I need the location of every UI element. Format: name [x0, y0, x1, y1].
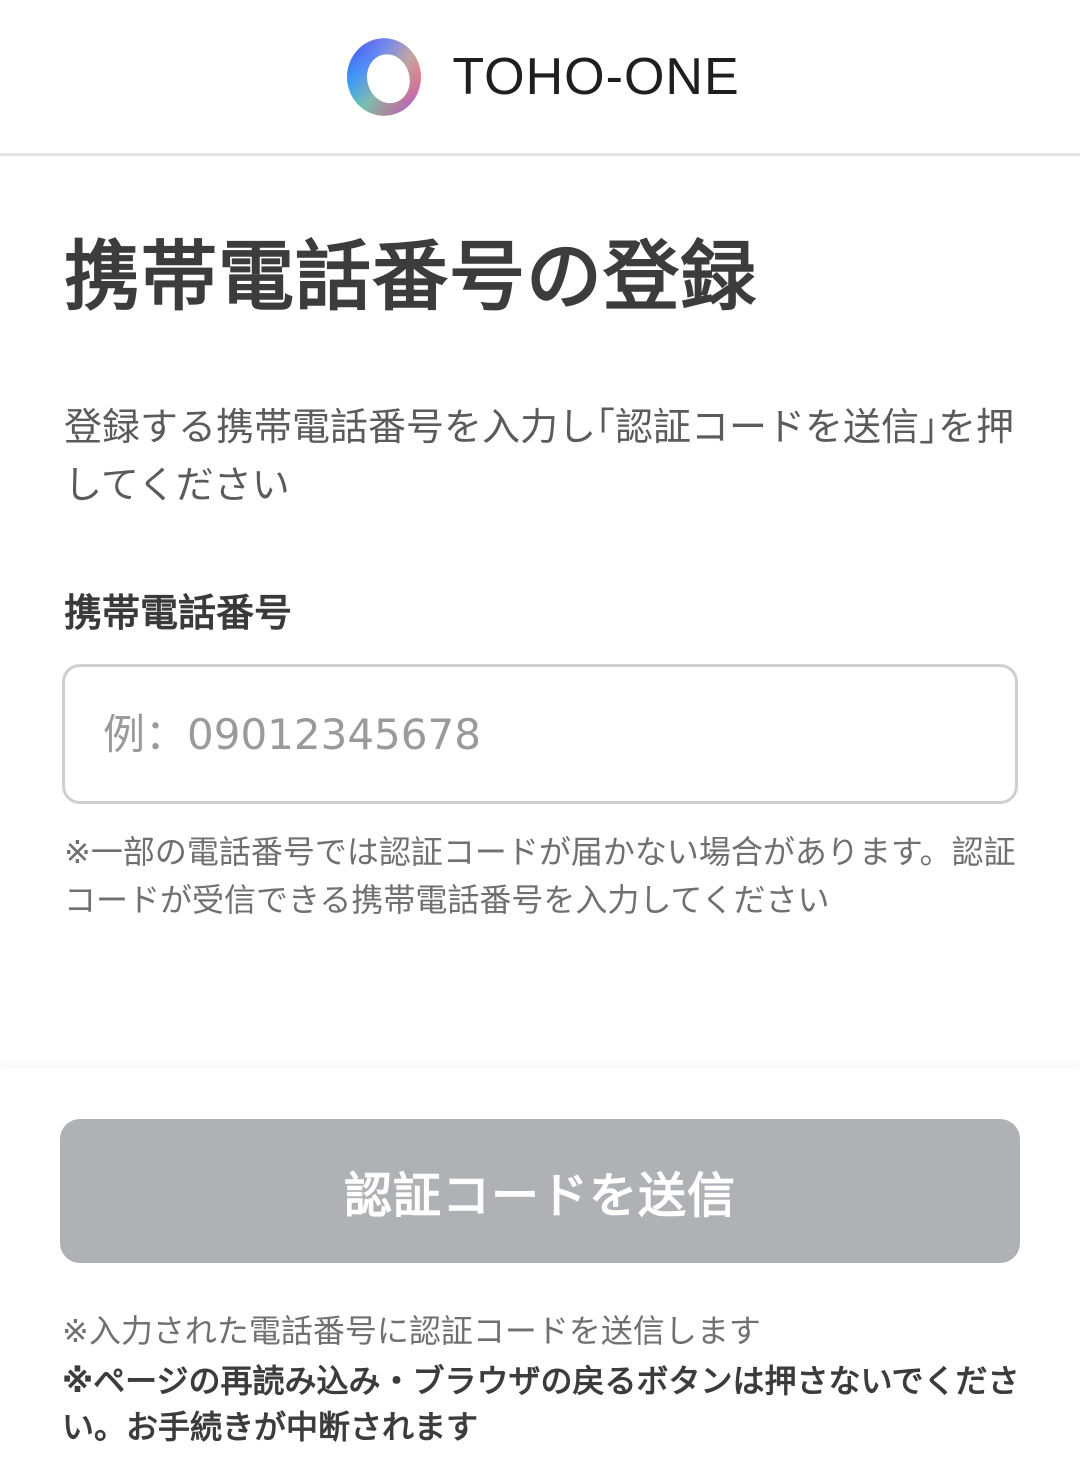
phone-number-input[interactable] [62, 664, 1018, 804]
send-note: ※入力された電話番号に認証コードを送信します [62, 1312, 761, 1350]
delivery-notice: ※一部の電話番号では認証コードが届かない場合があります。認証コードが受信できる携… [64, 833, 1016, 919]
send-verification-code-button[interactable]: 認証コードを送信 [60, 1119, 1020, 1263]
instruction-text: 登録する携帯電話番号を入力し｢認証コードを送信｣を押してください [64, 405, 1015, 507]
phone-field-label: 携帯電話番号 [64, 591, 293, 635]
app-header: TOHO-ONE [0, 0, 1080, 156]
brand-name: TOHO-ONE [452, 47, 740, 106]
toho-one-ring-logo-icon [347, 37, 422, 116]
reload-warning: ※ページの再読み込み・ブラウザの戻るボタンは押さないでください。お手続きが中断さ… [62, 1362, 1020, 1446]
phone-registration-page: TOHO-ONE 携帯電話番号の登録 登録する携帯電話番号を入力し｢認証コードを… [0, 0, 1080, 1466]
brand-logo: TOHO-ONE [340, 33, 739, 121]
page-title: 携帯電話番号の登録 [64, 232, 757, 321]
